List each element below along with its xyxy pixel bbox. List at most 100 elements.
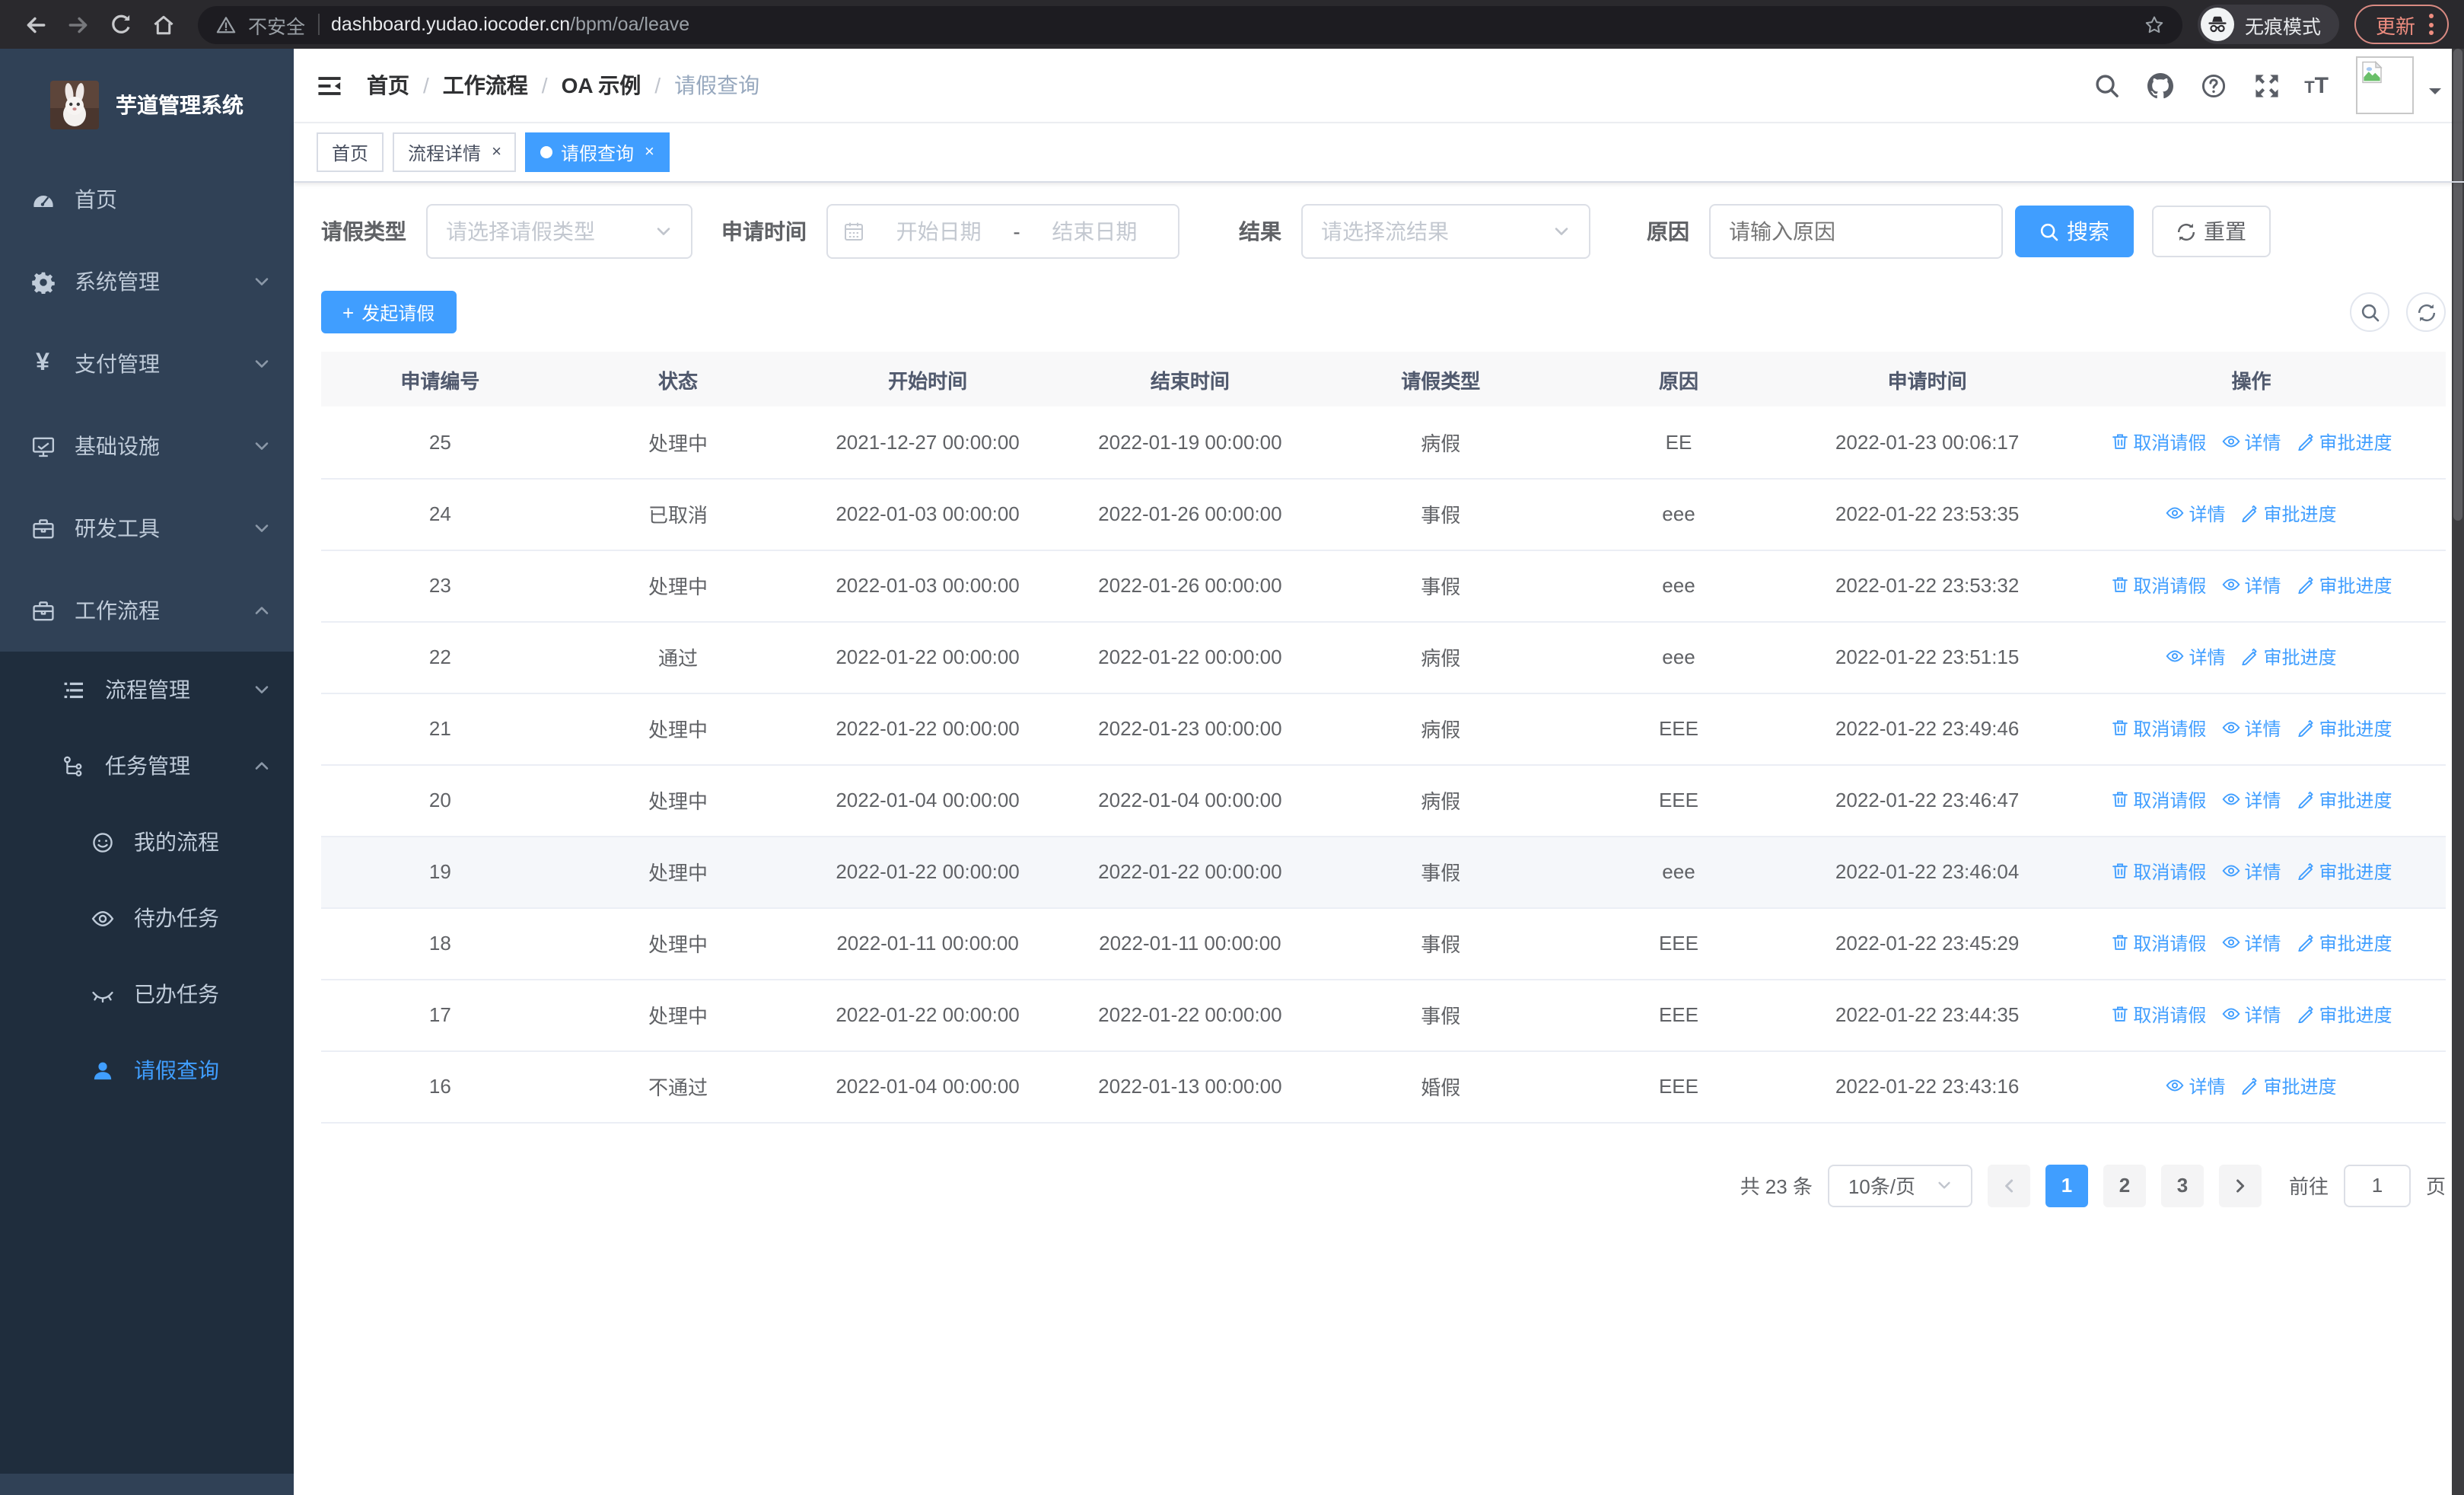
detail-action-link[interactable]: 详情 <box>2221 572 2281 598</box>
cell-applied: 2022-01-22 23:51:15 <box>1797 621 2057 693</box>
cancel-action-link[interactable]: 取消请假 <box>2110 429 2206 454</box>
detail-action-link[interactable]: 详情 <box>2166 644 2225 670</box>
result-select[interactable]: 请选择流结果 <box>1301 204 1590 259</box>
progress-action-link[interactable]: 审批进度 <box>2296 716 2392 741</box>
detail-action-link[interactable]: 详情 <box>2166 501 2225 527</box>
close-icon[interactable]: × <box>645 143 654 161</box>
tags-view-tab[interactable]: 流程详情 × <box>393 132 517 172</box>
cell-end: 2022-01-22 00:00:00 <box>1058 836 1322 908</box>
breadcrumb-item[interactable]: 工作流程 <box>443 70 528 100</box>
chevron-down-icon <box>1552 222 1571 241</box>
page-button-2[interactable]: 2 <box>2103 1164 2146 1207</box>
sidebar-item-flow-list[interactable]: 流程管理 <box>0 652 294 728</box>
sidebar-item-task-tree[interactable]: 任务管理 <box>0 728 294 804</box>
chevron-down-icon <box>654 222 673 241</box>
progress-action-link[interactable]: 审批进度 <box>2296 429 2392 454</box>
search-icon[interactable] <box>2094 72 2120 98</box>
cancel-action-link[interactable]: 取消请假 <box>2110 787 2206 813</box>
tags-view-tab[interactable]: 请假查询 × <box>525 132 670 172</box>
page-button-3[interactable]: 3 <box>2160 1164 2204 1207</box>
cancel-action-link[interactable]: 取消请假 <box>2110 930 2206 956</box>
reason-input[interactable] <box>1709 204 2003 259</box>
cancel-action-link[interactable]: 取消请假 <box>2110 572 2206 598</box>
detail-action-link[interactable]: 详情 <box>2221 859 2281 885</box>
progress-action-link[interactable]: 审批进度 <box>2240 501 2337 527</box>
menu-dots-icon[interactable] <box>2429 14 2434 35</box>
sidebar-item-eye-closed[interactable]: 已办任务 <box>0 956 294 1032</box>
sidebar-fold-icon[interactable] <box>317 72 342 98</box>
search-button[interactable]: 搜索 <box>2015 206 2134 257</box>
progress-action-link[interactable]: 审批进度 <box>2240 1073 2337 1099</box>
reset-button[interactable]: 重置 <box>2152 206 2271 257</box>
sidebar-item-yen[interactable]: ¥ 支付管理 <box>0 323 294 405</box>
help-icon[interactable] <box>2201 72 2227 98</box>
view-icon <box>2221 862 2240 881</box>
app-logo[interactable]: 芋道管理系统 <box>0 70 294 140</box>
home-icon[interactable] <box>143 5 183 44</box>
progress-action-link[interactable]: 审批进度 <box>2296 930 2392 956</box>
sidebar-item-gauge[interactable]: 首页 <box>0 158 294 241</box>
detail-action-link[interactable]: 详情 <box>2221 930 2281 956</box>
sidebar-item-eye-open[interactable]: 待办任务 <box>0 880 294 956</box>
cell-end: 2022-01-13 00:00:00 <box>1058 1050 1322 1123</box>
avatar-caret-icon[interactable] <box>2429 88 2441 100</box>
address-bar[interactable]: 不安全 dashboard.yudao.iocoder.cn/bpm/oa/le… <box>198 5 2182 43</box>
avatar[interactable] <box>2356 56 2414 114</box>
incognito-badge[interactable]: 无痕模式 <box>2197 5 2339 44</box>
cell-status: 已取消 <box>559 478 797 550</box>
detail-action-link[interactable]: 详情 <box>2221 1002 2281 1028</box>
edit-icon <box>2296 862 2314 881</box>
cell-type: 病假 <box>1321 621 1560 693</box>
page-button-1[interactable]: 1 <box>2045 1164 2088 1207</box>
apply-time-range-picker[interactable]: 开始日期 - 结束日期 <box>826 204 1179 259</box>
cancel-action-link[interactable]: 取消请假 <box>2110 859 2206 885</box>
next-page-button[interactable] <box>2218 1164 2262 1207</box>
sidebar-menu: 首页 系统管理 ¥ 支付管理 基础设施 研发工具 工作流程 流程管理 任务管理 … <box>0 140 294 1108</box>
progress-action-link[interactable]: 审批进度 <box>2240 644 2337 670</box>
cancel-action-link[interactable]: 取消请假 <box>2110 716 2206 741</box>
breadcrumb-item[interactable]: OA 示例 <box>562 70 641 100</box>
edit-icon <box>2296 576 2314 594</box>
progress-action-link[interactable]: 审批进度 <box>2296 1002 2392 1028</box>
sidebar-item-monitor[interactable]: 基础设施 <box>0 405 294 487</box>
fullscreen-icon[interactable] <box>2254 72 2280 98</box>
cell-start: 2022-01-22 00:00:00 <box>797 621 1059 693</box>
browser-update-button[interactable]: 更新 <box>2354 5 2449 44</box>
detail-action-link[interactable]: 详情 <box>2221 429 2281 454</box>
sidebar-item-toolbox[interactable]: 研发工具 <box>0 487 294 569</box>
progress-action-link[interactable]: 审批进度 <box>2296 572 2392 598</box>
progress-action-link[interactable]: 审批进度 <box>2296 787 2392 813</box>
detail-action-link[interactable]: 详情 <box>2221 787 2281 813</box>
font-size-icon[interactable]: TT <box>2304 72 2329 98</box>
sidebar-item-face[interactable]: 我的流程 <box>0 804 294 880</box>
cancel-action-link[interactable]: 取消请假 <box>2110 1002 2206 1028</box>
github-icon[interactable] <box>2147 72 2174 98</box>
prev-page-button[interactable] <box>1987 1164 2030 1207</box>
cell-actions: 取消请假 详情 审批进度 <box>2056 979 2446 1051</box>
refresh-table-button[interactable] <box>2406 292 2446 332</box>
detail-action-link[interactable]: 详情 <box>2166 1073 2225 1099</box>
sidebar-item-gear[interactable]: 系统管理 <box>0 241 294 323</box>
progress-action-link[interactable]: 审批进度 <box>2296 859 2392 885</box>
leave-type-select[interactable]: 请选择请假类型 <box>426 204 692 259</box>
close-icon[interactable]: × <box>492 143 501 161</box>
tags-view-tab[interactable]: 首页 <box>317 132 384 172</box>
detail-action-link[interactable]: 详情 <box>2221 716 2281 741</box>
back-icon[interactable] <box>15 5 55 44</box>
cell-actions: 取消请假 详情 审批进度 <box>2056 550 2446 622</box>
cell-reason: EEE <box>1559 907 1798 980</box>
monitor-icon <box>30 434 55 458</box>
page-scrollbar[interactable] <box>2452 49 2464 1495</box>
breadcrumb-item[interactable]: 首页 <box>367 70 409 100</box>
sidebar-item-toolbox[interactable]: 工作流程 <box>0 569 294 652</box>
create-leave-button[interactable]: + 发起请假 <box>321 291 457 333</box>
forward-icon[interactable] <box>58 5 97 44</box>
goto-page-input[interactable] <box>2343 1164 2411 1207</box>
scrollbar-thumb[interactable] <box>2453 49 2462 521</box>
chevron-down-icon <box>253 437 271 455</box>
page-size-select[interactable]: 10条/页 <box>1827 1164 1972 1207</box>
bookmark-star-icon[interactable] <box>2144 14 2164 34</box>
sidebar-item-user[interactable]: 请假查询 <box>0 1032 294 1108</box>
reload-icon[interactable] <box>100 5 140 44</box>
show-search-button[interactable] <box>2350 292 2389 332</box>
